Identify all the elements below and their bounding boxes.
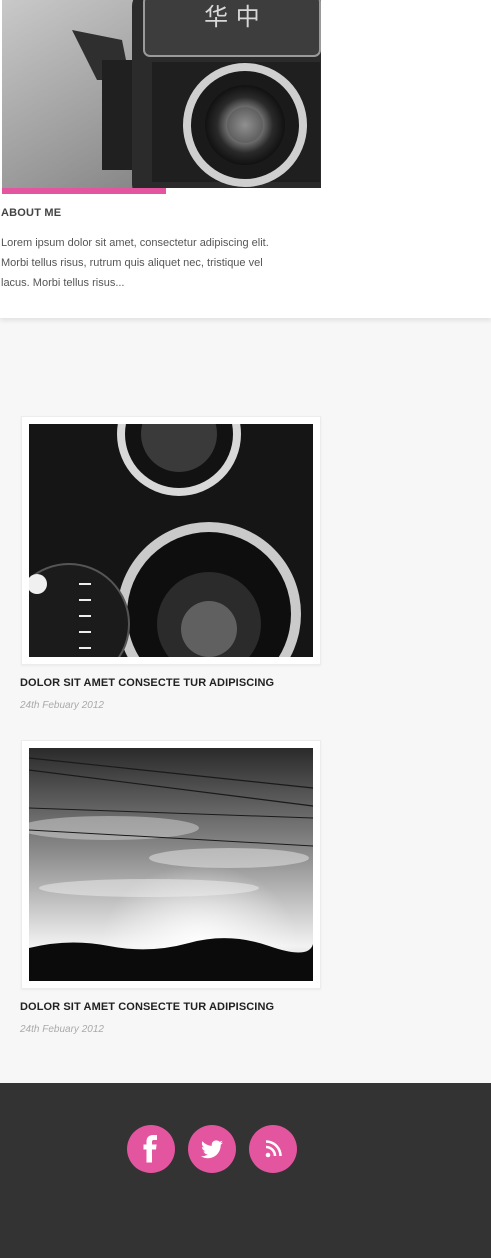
facebook-button[interactable] <box>127 1125 175 1173</box>
post-title[interactable]: DOLOR SIT AMET CONSECTE TUR ADIPISCING <box>20 677 274 689</box>
post-date: 24th Febuary 2012 <box>20 1024 104 1035</box>
twitter-icon <box>201 1140 223 1159</box>
rss-icon <box>265 1140 282 1158</box>
about-heading: ABOUT ME <box>1 207 62 219</box>
twitter-button[interactable] <box>188 1125 236 1173</box>
facebook-icon <box>143 1135 157 1163</box>
lens-closeup-photo <box>29 424 313 657</box>
post-thumbnail[interactable] <box>29 424 313 657</box>
about-hero-image: 华 中 <box>2 0 321 188</box>
post-title[interactable]: DOLOR SIT AMET CONSECTE TUR ADIPISCING <box>20 1001 274 1013</box>
camera-label: 华 中 <box>204 3 260 31</box>
about-panel: 华 中 ABOUT ME Lorem ipsum dolor sit amet,… <box>0 0 491 318</box>
post-thumbnail[interactable] <box>29 748 313 981</box>
sky-sunset-photo <box>29 748 313 981</box>
post-card[interactable] <box>21 740 321 989</box>
camera-photo: 华 中 <box>2 0 321 188</box>
rss-button[interactable] <box>249 1125 297 1173</box>
footer <box>0 1083 491 1258</box>
post-card[interactable] <box>21 416 321 665</box>
about-text: Lorem ipsum dolor sit amet, consectetur … <box>1 237 269 289</box>
accent-bar <box>2 188 166 194</box>
post-date: 24th Febuary 2012 <box>20 700 104 711</box>
